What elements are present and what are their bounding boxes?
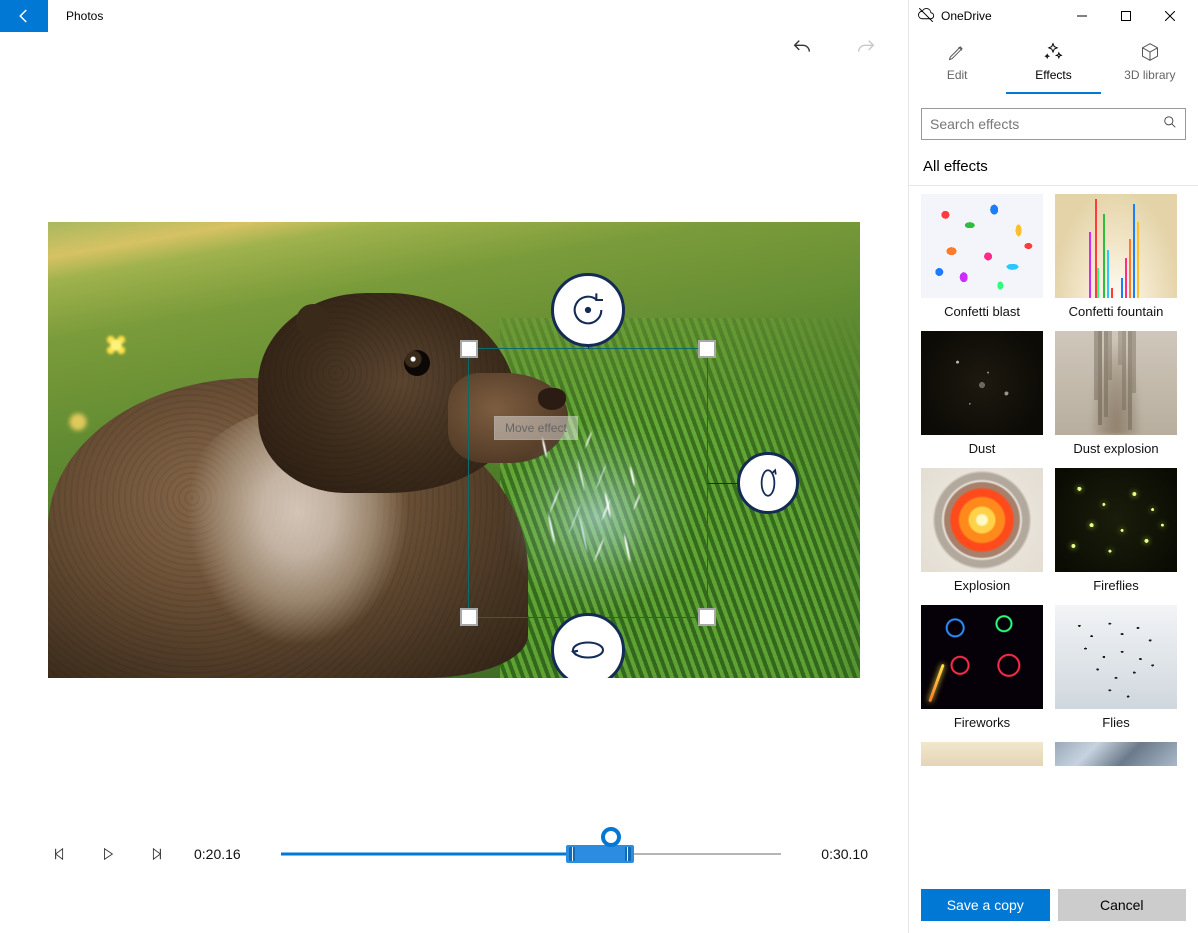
rotate-z-button[interactable] xyxy=(551,273,625,347)
effect-label-confetti-blast: Confetti blast xyxy=(944,298,1020,323)
segment-end-handle[interactable] xyxy=(625,847,631,861)
resize-handle-tr[interactable] xyxy=(698,340,716,358)
effect-slice-2[interactable] xyxy=(1055,742,1177,766)
effect-thumb-fireworks[interactable] xyxy=(921,605,1043,709)
effect-label-confetti-fountain: Confetti fountain xyxy=(1069,298,1164,323)
tab-edit[interactable]: Edit xyxy=(909,42,1004,94)
effect-thumb-confetti-blast[interactable] xyxy=(921,194,1043,298)
prev-frame-button[interactable] xyxy=(50,844,70,864)
effects-section-title: All effects xyxy=(909,150,1198,186)
effect-duration-segment[interactable] xyxy=(566,845,634,863)
search-input-field[interactable] xyxy=(930,116,1163,132)
rotate-x-button[interactable] xyxy=(551,613,625,678)
minimize-button[interactable] xyxy=(1060,0,1104,32)
effect-explosion[interactable]: Explosion xyxy=(921,468,1043,597)
resize-handle-tl[interactable] xyxy=(460,340,478,358)
app-title: Photos xyxy=(66,9,103,23)
playhead[interactable] xyxy=(601,827,621,847)
cancel-button[interactable]: Cancel xyxy=(1058,889,1187,921)
tab-effects[interactable]: Effects xyxy=(1006,42,1101,94)
effect-label-dust: Dust xyxy=(969,435,996,460)
tab-3d-library-label: 3D library xyxy=(1124,68,1175,82)
play-button[interactable] xyxy=(98,844,118,864)
action-buttons: Save a copy Cancel xyxy=(909,877,1198,933)
current-time: 0:20.16 xyxy=(194,846,241,862)
effect-slice-1[interactable] xyxy=(921,742,1043,766)
video-preview[interactable]: Move effect xyxy=(48,222,860,678)
effect-label-dust-explosion: Dust explosion xyxy=(1073,435,1158,460)
effect-dust-explosion[interactable]: Dust explosion xyxy=(1055,331,1177,460)
effect-fireworks[interactable]: Fireworks xyxy=(921,605,1043,734)
undo-button[interactable] xyxy=(790,36,814,60)
search-icon[interactable] xyxy=(1163,115,1177,134)
resize-handle-bl[interactable] xyxy=(460,608,478,626)
cloud-icon xyxy=(917,6,935,27)
side-tabs: Edit Effects 3D library xyxy=(909,32,1198,94)
effect-thumb-confetti-fountain[interactable] xyxy=(1055,194,1177,298)
effect-dust[interactable]: Dust xyxy=(921,331,1043,460)
window-title-bar: OneDrive xyxy=(909,0,1198,32)
effect-thumb-dust[interactable] xyxy=(921,331,1043,435)
side-panel: OneDrive Edit Effects 3D library Al xyxy=(908,0,1198,933)
save-copy-button[interactable]: Save a copy xyxy=(921,889,1050,921)
undo-redo-group xyxy=(790,36,878,60)
effect-label-fireworks: Fireworks xyxy=(954,709,1010,734)
redo-button xyxy=(854,36,878,60)
effect-bounding-box[interactable] xyxy=(468,348,708,618)
effect-label-fireflies: Fireflies xyxy=(1093,572,1139,597)
effect-thumb-fireflies[interactable] xyxy=(1055,468,1177,572)
effect-thumb-flies[interactable] xyxy=(1055,605,1177,709)
total-duration: 0:30.10 xyxy=(821,846,868,862)
effect-fireflies[interactable]: Fireflies xyxy=(1055,468,1177,597)
playback-controls: 0:20.16 0:30.10 xyxy=(50,837,868,871)
search-effects-input[interactable] xyxy=(921,108,1186,140)
close-button[interactable] xyxy=(1148,0,1192,32)
effect-tooltip: Move effect xyxy=(494,416,578,440)
effect-thumb-explosion[interactable] xyxy=(921,468,1043,572)
editor-pane: Photos xyxy=(0,0,908,933)
effects-grid[interactable]: Confetti blast Confetti fountain Dust Dust … xyxy=(909,194,1198,877)
effect-confetti-blast[interactable]: Confetti blast xyxy=(921,194,1043,323)
effect-label-explosion: Explosion xyxy=(954,572,1010,597)
effect-flies[interactable]: Flies xyxy=(1055,605,1177,734)
tab-edit-label: Edit xyxy=(947,68,968,82)
title-bar: Photos xyxy=(0,0,908,32)
next-frame-button[interactable] xyxy=(146,844,166,864)
effect-thumb-dust-explosion[interactable] xyxy=(1055,331,1177,435)
segment-start-handle[interactable] xyxy=(569,847,575,861)
maximize-button[interactable] xyxy=(1104,0,1148,32)
effect-thumb-slice-1[interactable] xyxy=(921,742,1043,766)
rotate-y-button[interactable] xyxy=(737,452,799,514)
effect-confetti-fountain[interactable]: Confetti fountain xyxy=(1055,194,1177,323)
resize-handle-br[interactable] xyxy=(698,608,716,626)
effect-thumb-slice-2[interactable] xyxy=(1055,742,1177,766)
tab-3d-library[interactable]: 3D library xyxy=(1102,42,1197,94)
tab-effects-label: Effects xyxy=(1035,68,1071,82)
back-button[interactable] xyxy=(0,0,48,32)
cloud-label: OneDrive xyxy=(941,9,992,23)
timeline[interactable] xyxy=(281,837,782,871)
effect-label-flies: Flies xyxy=(1102,709,1129,734)
